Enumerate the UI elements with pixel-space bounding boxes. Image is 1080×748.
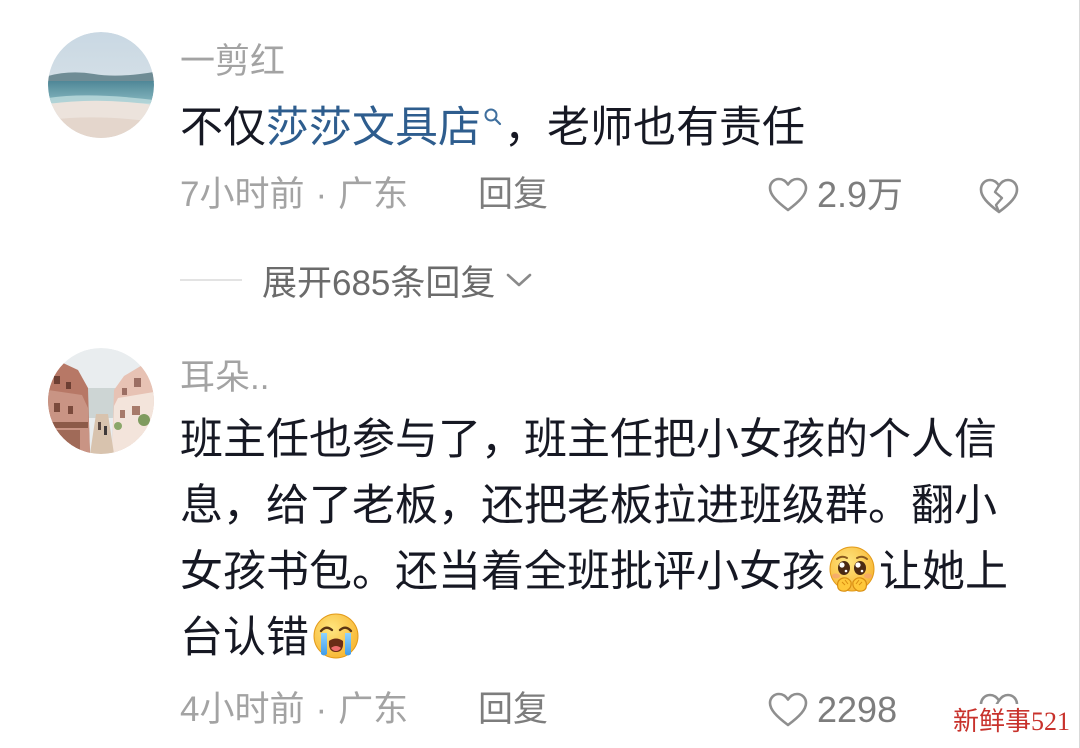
username[interactable]: 一剪红 bbox=[180, 40, 285, 84]
search-link[interactable]: 莎莎文具店 bbox=[266, 104, 481, 152]
like-count: 2298 bbox=[817, 689, 898, 730]
comment-meta: 7小时前 · 广东 回复 2.9万 bbox=[180, 172, 1040, 218]
comment-meta: 4小时前 · 广东 回复 2298 bbox=[180, 687, 1040, 733]
like-button[interactable]: 2.9万 bbox=[768, 172, 903, 218]
comment-text: 不仅莎莎文具店 ，老师也有责任 bbox=[180, 95, 1016, 161]
timestamp: 4小时前 bbox=[180, 690, 305, 729]
heart-outline-icon[interactable] bbox=[768, 692, 808, 728]
reply-button[interactable]: 回复 bbox=[478, 687, 548, 733]
divider bbox=[180, 279, 242, 281]
timestamp: 7小时前 bbox=[180, 175, 305, 214]
comment-text-segment: 不仅 bbox=[180, 104, 266, 152]
username[interactable]: 耳朵.. bbox=[180, 356, 269, 400]
separator: · bbox=[315, 690, 328, 729]
reply-button[interactable]: 回复 bbox=[478, 172, 548, 218]
pleading-face-with-hands-emoji bbox=[826, 544, 878, 596]
avatar[interactable] bbox=[48, 32, 154, 138]
comment-list: 一剪红 不仅莎莎文具店 ，老师也有责任 7小时前 · 广东 回复 2.9万 展开685… bbox=[0, 0, 1080, 748]
chevron-down-icon[interactable] bbox=[505, 271, 533, 289]
watermark: 新鲜事521 bbox=[948, 704, 1074, 740]
loudly-crying-face-emoji bbox=[310, 610, 362, 662]
comment-text-segment: ，老师也有责任 bbox=[504, 104, 805, 152]
like-count: 2.9万 bbox=[817, 174, 904, 215]
broken-heart-icon[interactable] bbox=[978, 177, 1020, 215]
like-button[interactable]: 2298 bbox=[768, 687, 897, 733]
expand-replies-label[interactable]: 展开685条回复 bbox=[262, 255, 495, 306]
search-icon[interactable] bbox=[482, 106, 504, 128]
location: 广东 bbox=[338, 690, 409, 729]
comment-text: 班主任也参与了，班主任把小女孩的个人信息，给了老板，还把老板拉进班级群。翻小女孩… bbox=[180, 407, 1016, 671]
expand-replies-button[interactable]: 展开685条回复 bbox=[180, 257, 533, 303]
avatar[interactable] bbox=[48, 348, 154, 454]
location: 广东 bbox=[338, 175, 409, 214]
heart-outline-icon[interactable] bbox=[768, 177, 808, 213]
separator: · bbox=[315, 175, 328, 214]
